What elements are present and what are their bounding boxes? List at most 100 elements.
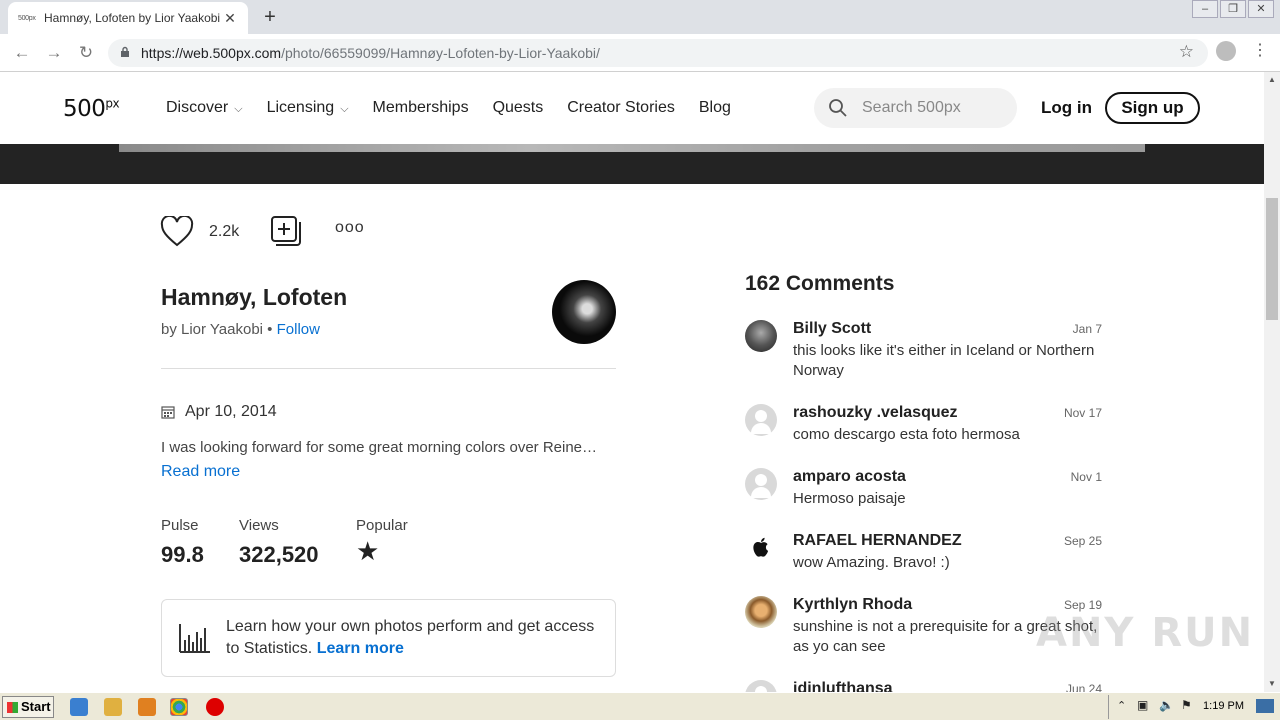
pulse-label: Pulse: [161, 517, 199, 534]
flag-icon[interactable]: ⚑: [1181, 698, 1192, 712]
new-tab-button[interactable]: +: [258, 6, 282, 28]
chevron-down-icon: ⌵: [234, 103, 243, 115]
tab-close-icon[interactable]: ✕: [222, 10, 238, 27]
bar-chart-icon: [179, 624, 210, 653]
popular-stat: Popular ★: [356, 517, 408, 567]
photo-image[interactable]: [119, 144, 1145, 152]
profile-avatar-icon[interactable]: [1216, 41, 1236, 61]
pulse-value: 99.8: [161, 542, 204, 567]
commenter-name[interactable]: amparo acosta: [793, 468, 906, 486]
comment-date: Nov 17: [1063, 406, 1102, 420]
comment-text: como descargo esta foto hermosa: [793, 426, 1020, 443]
statistics-promo: Learn how your own photos perform and ge…: [161, 599, 616, 677]
default-avatar-icon[interactable]: [745, 468, 777, 500]
media-player-icon[interactable]: [138, 698, 156, 716]
default-avatar-icon[interactable]: [745, 680, 777, 692]
nav-blog[interactable]: Blog: [699, 99, 731, 117]
minimize-button[interactable]: –: [1192, 0, 1218, 18]
apple-icon: [753, 537, 769, 557]
comment-date: Sep 25: [1063, 534, 1102, 548]
chevron-down-icon: ⌵: [340, 103, 349, 115]
site-header: 500px Discover ⌵ Licensing ⌵ Memberships Q…: [0, 72, 1264, 144]
comment-item: idinlufthansa Jun 24: [745, 680, 1105, 692]
learn-more-link[interactable]: Learn more: [317, 640, 404, 657]
forward-arrow-icon[interactable]: →: [42, 41, 66, 65]
bookmark-star-icon[interactable]: ☆: [1179, 42, 1194, 62]
start-button[interactable]: Start: [2, 696, 54, 718]
vertical-scrollbar[interactable]: ▲ ▼: [1264, 72, 1280, 692]
author-name[interactable]: by Lior Yaakobi: [161, 321, 263, 338]
calendar-icon: [161, 406, 175, 419]
apple-logo-avatar-icon[interactable]: [745, 532, 777, 564]
statistics-text: Learn how your own photos perform and ge…: [226, 616, 601, 660]
commenter-name[interactable]: Billy Scott: [793, 320, 871, 338]
close-window-button[interactable]: ✕: [1248, 0, 1274, 18]
scroll-up-arrow-icon[interactable]: ▲: [1264, 72, 1280, 88]
views-value: 322,520: [239, 542, 319, 567]
nav-licensing[interactable]: Licensing ⌵: [267, 99, 349, 117]
commenter-name[interactable]: RAFAEL HERNANDEZ: [793, 532, 962, 550]
commenter-name[interactable]: rashouzky .velasquez: [793, 404, 958, 422]
author-avatar[interactable]: [552, 280, 616, 344]
nav-discover-label: Discover: [166, 99, 229, 116]
browser-tabstrip: 500px Hamnøy, Lofoten by Lior Yaakobi / …: [0, 0, 1280, 34]
pulse-stat: Pulse 99.8: [161, 517, 204, 568]
reload-icon[interactable]: ↻: [74, 41, 98, 65]
logo-text: 500: [63, 96, 106, 122]
commenter-name[interactable]: idinlufthansa: [793, 680, 893, 692]
internet-explorer-icon[interactable]: [70, 698, 88, 716]
network-icon[interactable]: ▣: [1137, 698, 1148, 712]
like-heart-icon[interactable]: [160, 216, 194, 248]
photo-title: Hamnøy, Lofoten: [161, 284, 348, 310]
commenter-avatar[interactable]: [745, 596, 777, 628]
lock-icon: [121, 46, 129, 57]
address-bar[interactable]: https://web.500px.com/photo/66559099/Ham…: [108, 39, 1208, 67]
nav-licensing-label: Licensing: [266, 99, 335, 116]
browser-menu-icon[interactable]: ⋮: [1252, 40, 1268, 62]
windows-taskbar: Start ⌃ ▣ 🔈 ⚑ 1:19 PM: [0, 692, 1280, 720]
photo-viewer: [0, 144, 1264, 184]
comment-text: this looks like it's either in Iceland o…: [793, 342, 1095, 379]
search-input[interactable]: Search 500px: [814, 88, 1017, 128]
back-arrow-icon[interactable]: ←: [10, 41, 34, 65]
restore-button[interactable]: ❐: [1220, 0, 1246, 18]
views-stat: Views 322,520: [239, 517, 319, 568]
comment-text: wow Amazing. Bravo! :): [793, 554, 950, 571]
volume-icon[interactable]: 🔈: [1159, 698, 1174, 712]
scroll-thumb[interactable]: [1266, 198, 1278, 320]
popular-label: Popular: [356, 517, 408, 534]
search-icon: [829, 99, 847, 117]
file-explorer-icon[interactable]: [104, 698, 122, 716]
follow-link[interactable]: Follow: [277, 321, 320, 338]
scroll-down-arrow-icon[interactable]: ▼: [1264, 676, 1280, 692]
default-avatar-icon[interactable]: [745, 404, 777, 436]
statistics-promo-text: Learn how your own photos perform and ge…: [226, 618, 595, 657]
url-text: https://web.500px.com/photo/66559099/Ham…: [141, 45, 600, 61]
divider: [161, 368, 616, 369]
comment-text: Hermoso paisaje: [793, 490, 906, 507]
add-to-gallery-icon[interactable]: [270, 215, 302, 247]
browser-toolbar: ← → ↻ https://web.500px.com/photo/665590…: [0, 34, 1280, 72]
browser-tab[interactable]: 500px Hamnøy, Lofoten by Lior Yaakobi / …: [8, 2, 248, 34]
signup-button[interactable]: Sign up: [1105, 92, 1200, 124]
nav-memberships[interactable]: Memberships: [373, 99, 469, 117]
login-button[interactable]: Log in: [1041, 98, 1092, 118]
tray-expand-icon[interactable]: ⌃: [1117, 699, 1126, 712]
site-logo[interactable]: 500px: [63, 96, 120, 122]
more-options-icon[interactable]: ooo: [335, 219, 365, 237]
commenter-name[interactable]: Kyrthlyn Rhoda: [793, 596, 912, 614]
favicon-500px-icon: 500px: [18, 14, 36, 22]
commenter-avatar[interactable]: [745, 320, 777, 352]
url-path: /photo/66559099/Hamnøy-Lofoten-by-Lior-Y…: [281, 45, 600, 61]
chrome-icon[interactable]: [170, 698, 188, 716]
comment-date: Jun 24: [1065, 682, 1102, 692]
show-desktop-icon[interactable]: [1256, 699, 1274, 713]
read-more-link[interactable]: Read more: [161, 463, 240, 481]
comments-title: 162 Comments: [745, 272, 895, 295]
opera-icon[interactable]: [206, 698, 224, 716]
nav-quests[interactable]: Quests: [493, 99, 544, 117]
tab-title: Hamnøy, Lofoten by Lior Yaakobi / 5: [44, 11, 222, 25]
nav-discover[interactable]: Discover ⌵: [166, 99, 243, 117]
logo-sup: px: [105, 96, 120, 111]
nav-creator-stories[interactable]: Creator Stories: [567, 99, 675, 117]
